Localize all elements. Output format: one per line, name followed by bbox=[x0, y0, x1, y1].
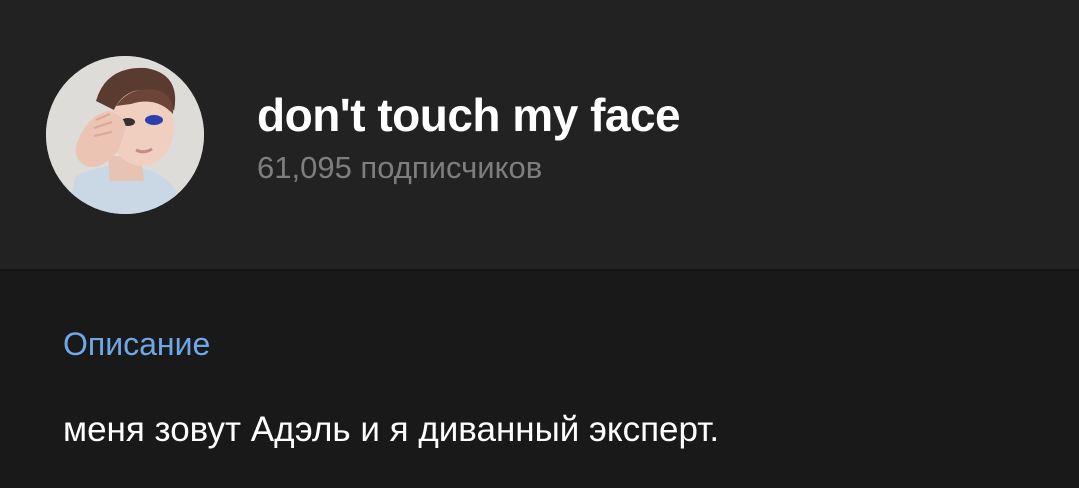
subscriber-count: 61,095 подписчиков bbox=[257, 150, 543, 185]
avatar-photo bbox=[46, 56, 204, 214]
section-divider bbox=[0, 269, 1079, 271]
channel-title: don't touch my face bbox=[257, 89, 681, 141]
description-text: меня зовут Адэль и я диванный эксперт. bbox=[63, 410, 720, 449]
description-heading: Описание bbox=[63, 326, 211, 362]
channel-avatar[interactable] bbox=[46, 56, 204, 214]
